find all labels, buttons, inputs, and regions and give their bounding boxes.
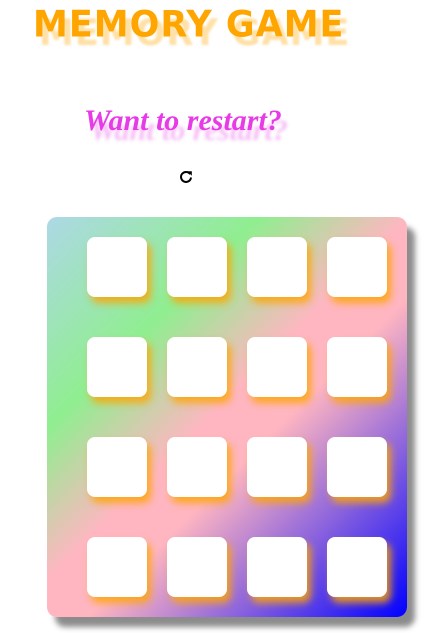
memory-card[interactable] xyxy=(327,237,387,297)
memory-card[interactable] xyxy=(87,537,147,597)
memory-card[interactable] xyxy=(167,437,227,497)
restart-heading: Want to restart? xyxy=(84,104,282,137)
memory-card[interactable] xyxy=(327,537,387,597)
memory-card[interactable] xyxy=(327,437,387,497)
refresh-icon xyxy=(179,170,193,187)
restart-button[interactable] xyxy=(176,168,196,188)
memory-card[interactable] xyxy=(167,237,227,297)
memory-card[interactable] xyxy=(247,537,307,597)
memory-card[interactable] xyxy=(87,437,147,497)
memory-card[interactable] xyxy=(87,237,147,297)
memory-card[interactable] xyxy=(247,337,307,397)
memory-card[interactable] xyxy=(327,337,387,397)
memory-card[interactable] xyxy=(247,437,307,497)
page-title: MEMORY GAME xyxy=(33,4,345,46)
game-board xyxy=(47,217,407,617)
memory-card[interactable] xyxy=(87,337,147,397)
memory-card[interactable] xyxy=(167,537,227,597)
memory-card[interactable] xyxy=(247,237,307,297)
memory-card[interactable] xyxy=(167,337,227,397)
